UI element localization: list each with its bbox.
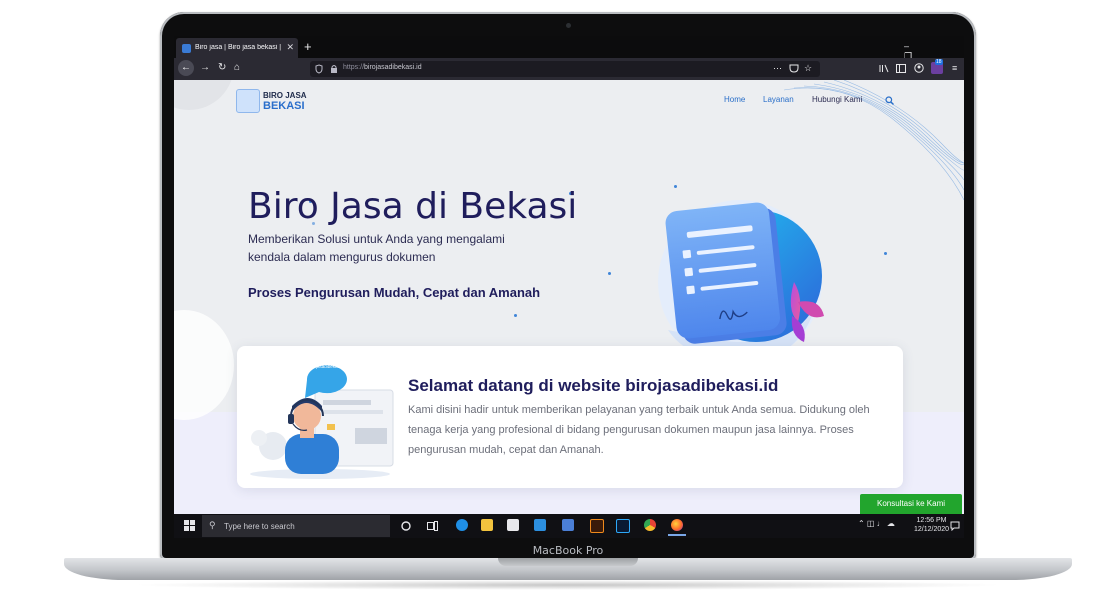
tab-close-icon[interactable]: ✕ bbox=[286, 42, 294, 53]
windows-start-icon[interactable] bbox=[184, 520, 195, 531]
lock-icon[interactable] bbox=[330, 64, 338, 74]
url-host: birojasadibekasi.id bbox=[364, 64, 422, 71]
active-app-indicator bbox=[668, 534, 686, 536]
account-icon[interactable] bbox=[914, 63, 924, 73]
taskbar-clock[interactable]: 12:56 PM 12/12/2020 bbox=[914, 516, 949, 534]
speech-bubble-text: Selamat datang di birojasadibekasi.id bbox=[308, 357, 346, 369]
library-icon[interactable] bbox=[879, 64, 889, 73]
file-explorer-icon[interactable] bbox=[481, 519, 493, 531]
webcam bbox=[566, 23, 571, 28]
system-tray[interactable]: ⌃ ◫ ♩ ☁ bbox=[858, 519, 895, 528]
firefox-icon[interactable] bbox=[671, 519, 683, 531]
laptop-shadow bbox=[130, 580, 1006, 590]
url-scheme: https:// bbox=[343, 64, 365, 71]
store-icon[interactable] bbox=[507, 519, 519, 531]
welcome-text: Kami disini hadir untuk memberikan pelay… bbox=[408, 404, 870, 456]
logo-line1: BIRO JASA bbox=[263, 91, 307, 100]
website-viewport: BIRO JASA BEKASI Home Layanan Hubungi Ka… bbox=[174, 80, 964, 514]
hero-subtitle: Memberikan Solusi untuk Anda yang mengal… bbox=[248, 232, 505, 264]
menu-icon[interactable]: ≡ bbox=[952, 63, 957, 73]
notification-icon[interactable] bbox=[950, 521, 960, 531]
reload-icon[interactable]: ↻ bbox=[218, 62, 226, 73]
tab-title: Biro jasa | Biro jasa bekasi | Biro bbox=[195, 44, 283, 51]
chrome-icon[interactable] bbox=[644, 519, 656, 531]
edge-icon[interactable] bbox=[456, 519, 468, 531]
extension-badge: 18 bbox=[935, 59, 943, 65]
laptop-brand-label: MacBook Pro bbox=[532, 544, 604, 557]
search-glass-icon: ⚲ bbox=[209, 520, 216, 530]
url-text[interactable]: https://birojasadibekasi.id bbox=[343, 64, 422, 71]
vscode-icon[interactable] bbox=[534, 519, 546, 531]
laptop-screen: Biro jasa | Biro jasa bekasi | Biro ✕ + … bbox=[174, 36, 964, 538]
nav-hubungi-kami[interactable]: Hubungi Kami bbox=[812, 95, 862, 104]
consult-button[interactable]: Konsultasi ke Kami bbox=[860, 494, 962, 514]
nav-layanan[interactable]: Layanan bbox=[763, 95, 794, 104]
browser-tab[interactable]: Biro jasa | Biro jasa bekasi | Biro ✕ bbox=[176, 38, 298, 58]
bookmark-star-icon[interactable]: ☆ bbox=[804, 63, 812, 74]
clock-time: 12:56 PM bbox=[916, 517, 947, 524]
welcome-title: Selamat datang di website birojasadibeka… bbox=[408, 376, 779, 395]
welcome-card: Selamat datang di birojasadibekasi.id Se… bbox=[237, 346, 903, 488]
hero-tagline: Proses Pengurusan Mudah, Cepat dan Amana… bbox=[248, 285, 541, 300]
hero-title: Biro Jasa di Bekasi bbox=[248, 186, 578, 227]
taskbar-search-placeholder: Type here to search bbox=[224, 522, 295, 531]
home-icon[interactable]: ⌂ bbox=[234, 62, 240, 73]
clock-date: 12/12/2020 bbox=[914, 526, 950, 533]
cortana-icon[interactable] bbox=[401, 521, 411, 531]
nav-home[interactable]: Home bbox=[724, 95, 745, 104]
laptop-notch bbox=[498, 558, 638, 566]
favicon-icon bbox=[182, 44, 191, 53]
pocket-icon[interactable] bbox=[789, 64, 799, 73]
bg-blob-top bbox=[174, 80, 234, 110]
task-view-icon[interactable] bbox=[427, 521, 438, 531]
new-tab-button[interactable]: + bbox=[304, 39, 312, 54]
taskbar-search[interactable]: ⚲ Type here to search bbox=[202, 515, 390, 537]
extension-icon[interactable]: 18 bbox=[931, 59, 943, 74]
section-fade bbox=[174, 500, 964, 514]
search-icon[interactable] bbox=[885, 96, 894, 105]
bg-blob-left bbox=[174, 310, 234, 420]
network-app-icon[interactable] bbox=[562, 519, 574, 531]
illustrator-icon[interactable] bbox=[590, 519, 604, 533]
sidebar-icon[interactable] bbox=[896, 64, 906, 73]
photoshop-icon[interactable] bbox=[616, 519, 630, 533]
logo-document-icon bbox=[236, 89, 260, 113]
more-icon[interactable]: ⋯ bbox=[773, 63, 782, 74]
forward-icon[interactable]: → bbox=[200, 62, 210, 73]
logo-line2: BEKASI bbox=[263, 100, 305, 112]
back-icon[interactable]: ← bbox=[178, 60, 194, 76]
shield-icon[interactable] bbox=[315, 64, 323, 74]
